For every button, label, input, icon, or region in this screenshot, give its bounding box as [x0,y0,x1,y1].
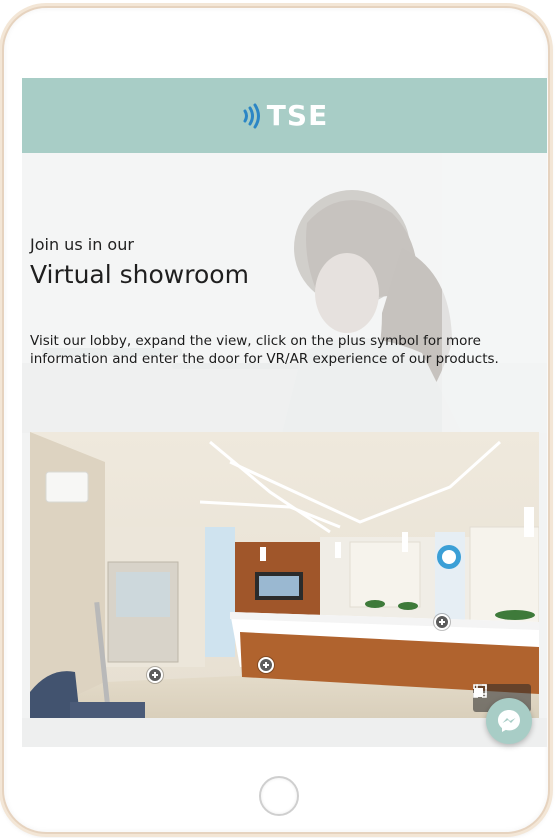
webpage-screen: TSE Join us in our Virtual showroom Visi… [22,78,547,747]
hero-overlay [22,153,547,433]
virtual-tour-viewer[interactable] [30,432,539,718]
messenger-chat-button[interactable] [486,698,532,744]
logo-text: TSE [266,99,329,132]
hero-description: Visit our lobby, expand the view, click … [30,333,499,367]
sound-waves-icon [243,103,260,128]
hotspot-plus-icon[interactable] [434,614,450,630]
page-footer-strip [22,718,547,747]
fullscreen-icon[interactable] [473,684,487,698]
intro-text: Join us in our [30,235,134,254]
tablet-home-button[interactable] [259,776,299,816]
site-header: TSE [22,78,547,153]
page-title: Virtual showroom [30,260,249,289]
hotspot-plus-icon[interactable] [147,667,163,683]
virtual-tour-panorama[interactable] [30,432,539,718]
hero-section [22,153,547,433]
tse-logo[interactable]: TSE [241,99,328,132]
messenger-icon [498,710,520,732]
hotspot-plus-icon[interactable] [258,657,274,673]
